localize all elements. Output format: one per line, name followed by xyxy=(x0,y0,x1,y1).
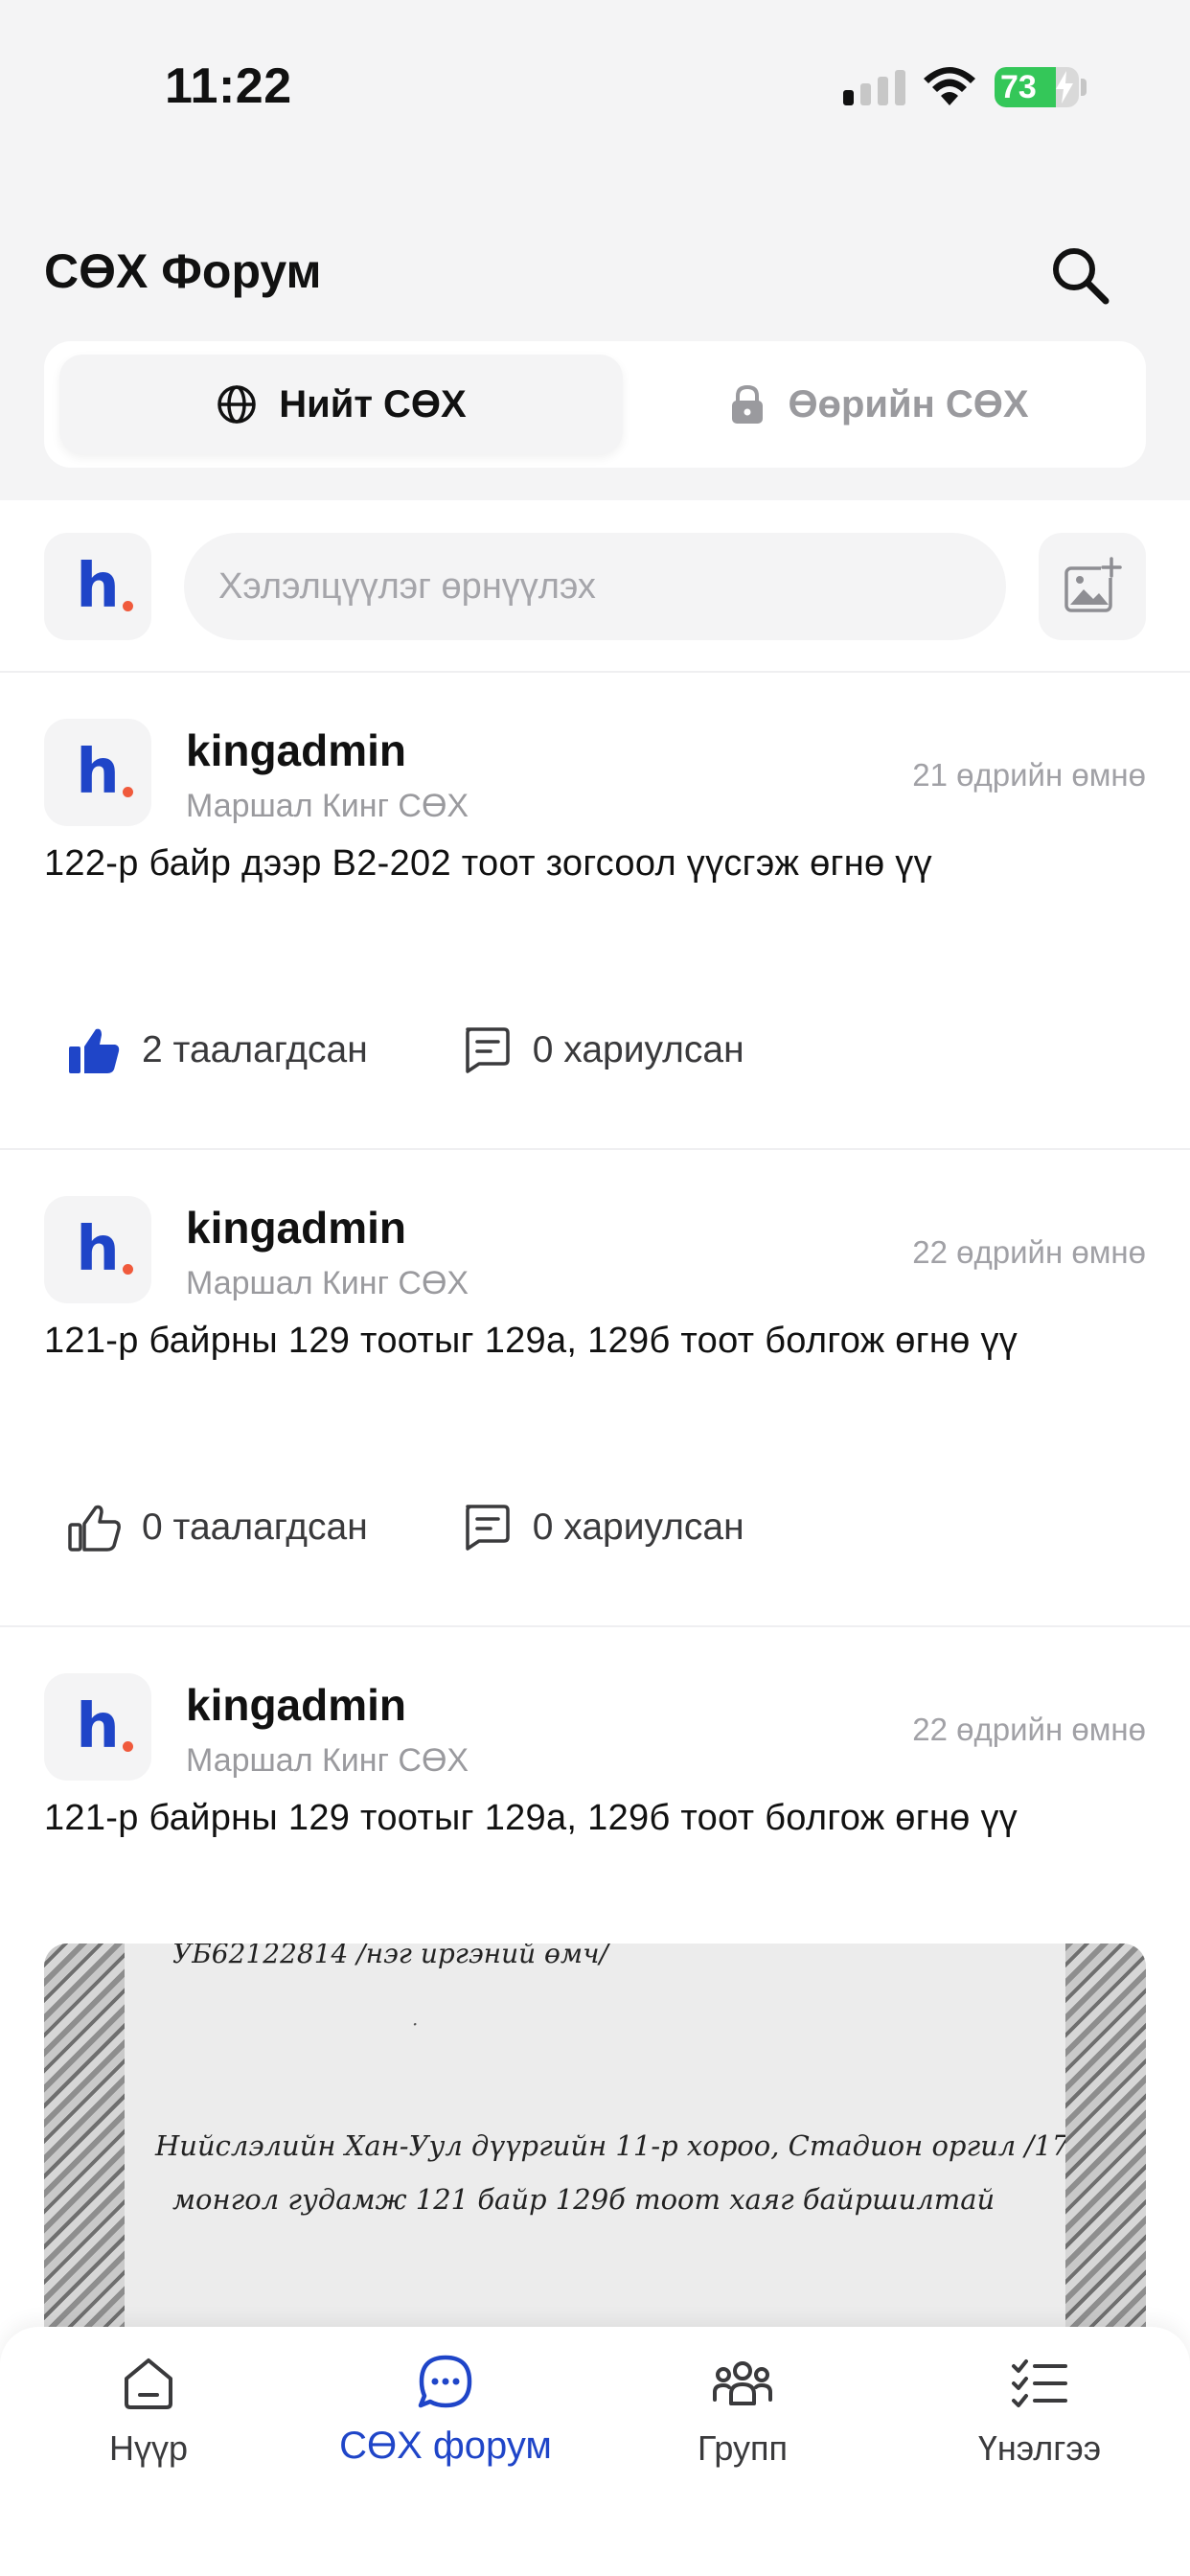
post-author[interactable]: kingadmin xyxy=(186,1202,406,1254)
brand-logo: h xyxy=(76,1219,133,1280)
reply-count: 0 хариулсан xyxy=(532,1506,744,1548)
header-area: 11:22 73 СӨХ Форум Нийт СӨХ Өөрийн СӨХ xyxy=(0,0,1190,500)
comment-icon xyxy=(465,1027,510,1073)
post-organization: Маршал Кинг СӨХ xyxy=(186,1265,469,1301)
reply-button[interactable]: 0 хариулсан xyxy=(460,1503,744,1552)
group-icon xyxy=(713,2361,772,2405)
avatar: h xyxy=(44,719,151,826)
post-timestamp: 22 өдрийн өмнө xyxy=(912,1234,1146,1270)
post-text: 121-р байрны 129 тоотыг 129а, 129б тоот … xyxy=(44,1321,1018,1361)
nav-forum[interactable]: СӨХ форум xyxy=(297,2352,594,2468)
post-author[interactable]: kingadmin xyxy=(186,1679,406,1731)
brand-logo: h xyxy=(76,1696,133,1758)
document-ornament-border xyxy=(44,1944,125,2336)
reply-count: 0 хариулсан xyxy=(532,1029,744,1070)
document-text-line: УБ62122814 /нэг иргэний өмч/ xyxy=(172,1944,608,1969)
add-image-button[interactable] xyxy=(1039,533,1146,640)
nav-label: Групп xyxy=(697,2428,789,2468)
post-text: 121-р байрны 129 тоотыг 129а, 129б тоот … xyxy=(44,1798,1018,1838)
nav-rating[interactable]: Үнэлгээ xyxy=(891,2352,1188,2469)
chat-bubble-icon xyxy=(418,2355,472,2408)
tab-all-hoa[interactable]: Нийт СӨХ xyxy=(59,355,623,454)
brand-logo: h xyxy=(76,742,133,803)
post-attachment-image[interactable]: УБ62122814 /нэг иргэний өмч/ · Нийслэлий… xyxy=(44,1944,1146,2336)
nav-label: Нүүр xyxy=(108,2428,189,2468)
thumbs-up-filled-icon xyxy=(69,1028,120,1073)
nav-label: Үнэлгээ xyxy=(977,2428,1102,2468)
status-time: 11:22 xyxy=(165,58,292,114)
post-organization: Маршал Кинг СӨХ xyxy=(186,788,469,824)
add-image-icon xyxy=(1064,557,1122,612)
avatar: h xyxy=(44,1673,151,1781)
page-title: СӨХ Форум xyxy=(44,244,322,298)
avatar: h xyxy=(44,533,151,640)
avatar: h xyxy=(44,1196,151,1303)
like-count: 2 таалагдсан xyxy=(142,1029,368,1070)
tab-label: Нийт СӨХ xyxy=(279,382,467,426)
forum-scope-tabs: Нийт СӨХ Өөрийн СӨХ xyxy=(44,341,1146,468)
status-bar: 11:22 73 xyxy=(0,0,1190,144)
checklist-icon xyxy=(1012,2359,1067,2407)
like-button[interactable]: 2 таалагдсан xyxy=(67,1025,368,1075)
post-composer: h xyxy=(0,500,1190,673)
thumbs-up-icon xyxy=(68,1505,121,1552)
lock-icon xyxy=(732,384,764,424)
home-icon xyxy=(125,2358,172,2409)
post-timestamp: 22 өдрийн өмнө xyxy=(912,1712,1146,1747)
post-actions: 2 таалагдсан 0 хариулсан xyxy=(67,1025,744,1075)
wifi-icon xyxy=(924,67,975,105)
charging-bolt-icon xyxy=(1056,71,1073,104)
reply-button[interactable]: 0 хариулсан xyxy=(460,1025,744,1075)
globe-icon xyxy=(217,385,257,424)
nav-group[interactable]: Групп xyxy=(594,2352,891,2469)
document-mark: · xyxy=(412,2012,419,2036)
post-actions: 0 таалагдсан 0 хариулсан xyxy=(67,1503,744,1552)
battery-indicator: 73 xyxy=(995,67,1079,107)
search-icon[interactable] xyxy=(1044,240,1117,312)
nav-label: СӨХ форум xyxy=(339,2425,552,2467)
nav-home[interactable]: Нүүр xyxy=(0,2352,297,2469)
like-count: 0 таалагдсан xyxy=(142,1506,368,1548)
battery-percent: 73 xyxy=(1000,69,1037,105)
post-text: 122-р байр дээр B2-202 тоот зогсоол үүсг… xyxy=(44,843,932,884)
post-timestamp: 21 өдрийн өмнө xyxy=(912,757,1146,793)
new-discussion-input[interactable] xyxy=(184,533,1006,640)
tab-label: Өөрийн СӨХ xyxy=(788,382,1029,426)
brand-logo: h xyxy=(76,556,133,617)
forum-post[interactable]: h kingadmin Маршал Кинг СӨХ 22 өдрийн өм… xyxy=(0,1629,1190,2338)
post-author[interactable]: kingadmin xyxy=(186,724,406,776)
document-ornament-border xyxy=(1065,1944,1146,2336)
document-text-line: Нийслэлийн Хан-Уул дүүргийн 11-р хороо, … xyxy=(155,2129,1146,2162)
document-text-line: монгол гудамж 121 байр 129б тоот хаяг ба… xyxy=(172,2183,995,2216)
tab-own-hoa[interactable]: Өөрийн СӨХ xyxy=(625,355,1133,454)
forum-post[interactable]: h kingadmin Маршал Кинг СӨХ 21 өдрийн өм… xyxy=(0,675,1190,1150)
document-scan: УБ62122814 /нэг иргэний өмч/ · Нийслэлий… xyxy=(125,1944,1146,2336)
forum-post[interactable]: h kingadmin Маршал Кинг СӨХ 22 өдрийн өм… xyxy=(0,1152,1190,1627)
battery-cap xyxy=(1081,79,1087,96)
bottom-navigation: Нүүр СӨХ форум Групп Үнэлгээ xyxy=(0,2327,1190,2576)
comment-icon xyxy=(465,1505,510,1551)
like-button[interactable]: 0 таалагдсан xyxy=(67,1503,368,1552)
post-organization: Маршал Кинг СӨХ xyxy=(186,1742,469,1779)
cellular-signal-icon xyxy=(843,70,905,105)
